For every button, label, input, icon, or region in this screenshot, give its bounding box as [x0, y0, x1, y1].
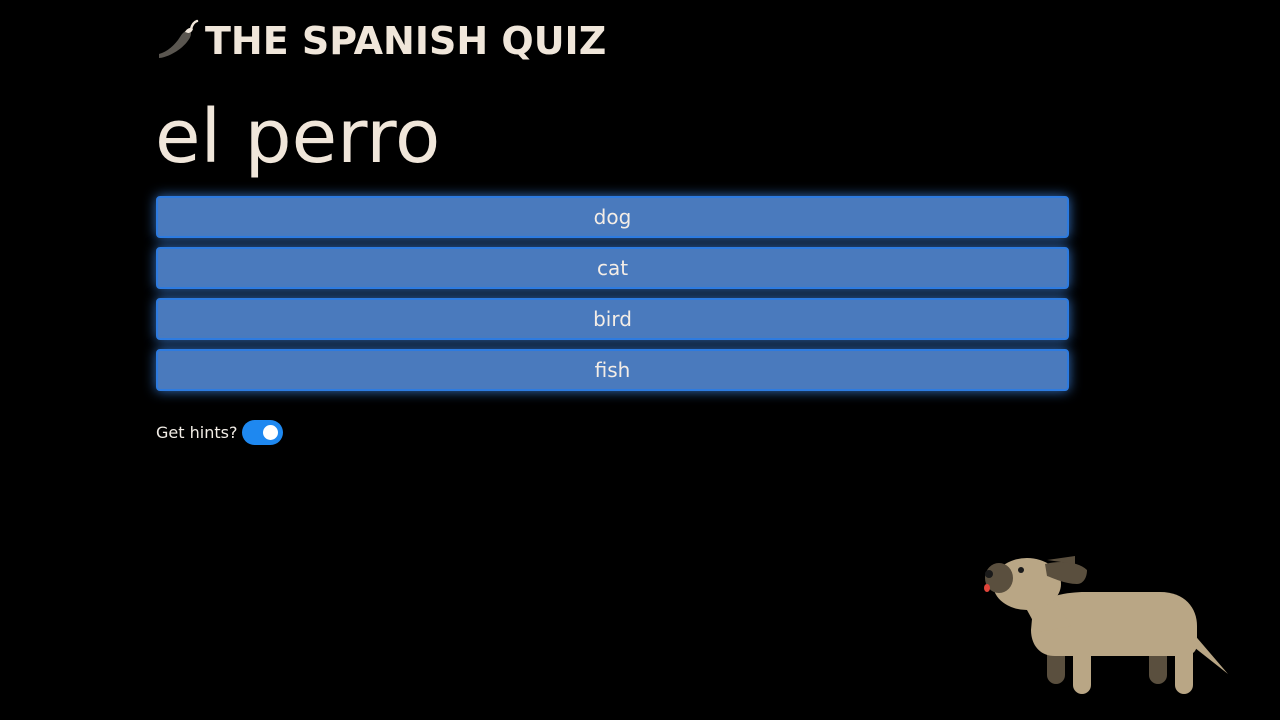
hints-toggle[interactable] [242, 420, 284, 445]
question-word: el perro [155, 94, 441, 180]
answer-button-cat[interactable]: cat [156, 247, 1069, 289]
answer-button-dog[interactable]: dog [156, 196, 1069, 238]
hints-control: Get hints? [156, 420, 284, 445]
app-title: THE SPANISH QUIZ [205, 19, 607, 63]
hints-label: Get hints? [156, 423, 238, 442]
answer-button-fish[interactable]: fish [156, 349, 1069, 391]
chili-pepper-icon [159, 19, 199, 58]
app-header: THE SPANISH QUIZ [155, 14, 606, 68]
toggle-knob [263, 425, 279, 440]
answer-list: dog cat bird fish [156, 196, 1069, 400]
answer-button-bird[interactable]: bird [156, 298, 1069, 340]
dog-illustration [984, 556, 1228, 694]
